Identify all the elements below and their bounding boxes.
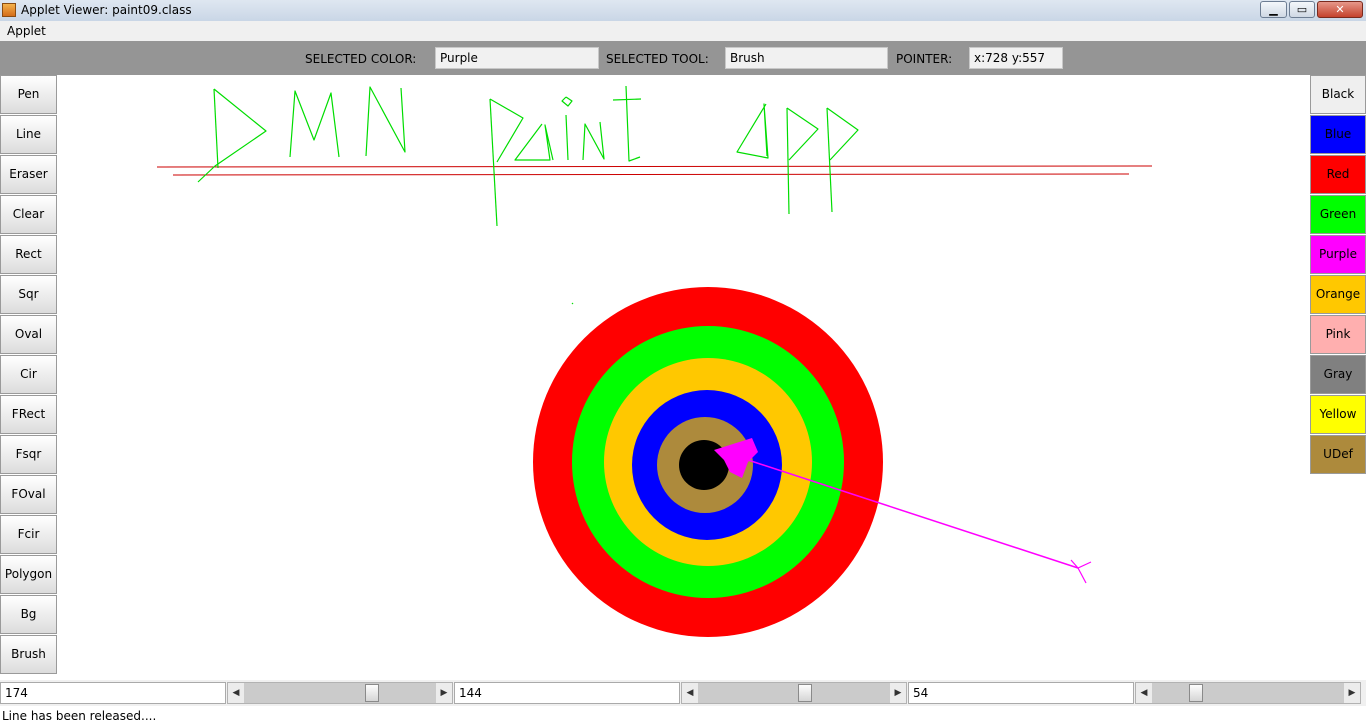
close-button[interactable]: ✕: [1317, 1, 1363, 18]
color-button-green[interactable]: Green: [1310, 195, 1366, 234]
tool-button-bg[interactable]: Bg: [0, 595, 57, 634]
color-button-orange[interactable]: Orange: [1310, 275, 1366, 314]
blue-slider[interactable]: ◀ ▶: [1135, 682, 1361, 704]
rgb-control-bar: 174 ◀ ▶ 144 ◀ ▶ 54 ◀ ▶: [0, 680, 1366, 706]
tool-button-eraser[interactable]: Eraser: [0, 155, 57, 194]
blue-value-field[interactable]: 54: [908, 682, 1134, 704]
status-message: Line has been released....: [2, 709, 157, 723]
tool-button-line[interactable]: Line: [0, 115, 57, 154]
color-button-yellow[interactable]: Yellow: [1310, 395, 1366, 434]
minimize-button[interactable]: ▁: [1260, 1, 1287, 18]
color-button-red[interactable]: Red: [1310, 155, 1366, 194]
tool-button-rect[interactable]: Rect: [0, 235, 57, 274]
target: [533, 287, 883, 637]
pointer-field[interactable]: x:728 y:557: [969, 47, 1063, 69]
scroll-left-icon[interactable]: ◀: [682, 683, 698, 703]
tool-button-brush[interactable]: Brush: [0, 635, 57, 674]
tool-button-clear[interactable]: Clear: [0, 195, 57, 234]
selected-color-field[interactable]: Purple: [435, 47, 599, 69]
scroll-right-icon[interactable]: ▶: [890, 683, 906, 703]
menu-bar: Applet: [0, 21, 1366, 41]
green-value-field[interactable]: 144: [454, 682, 680, 704]
tool-button-sqr[interactable]: Sqr: [0, 275, 57, 314]
tool-button-oval[interactable]: Oval: [0, 315, 57, 354]
color-button-udef[interactable]: UDef: [1310, 435, 1366, 474]
maximize-button[interactable]: ▭: [1289, 1, 1315, 18]
tool-button-polygon[interactable]: Polygon: [0, 555, 57, 594]
status-toolbar: SELECTED COLOR: Purple SELECTED TOOL: Br…: [0, 41, 1366, 75]
menu-applet[interactable]: Applet: [7, 24, 46, 38]
scroll-right-icon[interactable]: ▶: [436, 683, 452, 703]
slider-thumb[interactable]: [1189, 684, 1203, 702]
selected-tool-label: SELECTED TOOL:: [606, 52, 709, 66]
tool-button-cir[interactable]: Cir: [0, 355, 57, 394]
red-slider[interactable]: ◀ ▶: [227, 682, 453, 704]
scroll-left-icon[interactable]: ◀: [228, 683, 244, 703]
window-title-bar[interactable]: Applet Viewer: paint09.class ▁ ▭ ✕: [0, 0, 1366, 22]
red-underlines: [156, 165, 1153, 176]
slider-thumb[interactable]: [798, 684, 812, 702]
scroll-right-icon[interactable]: ▶: [1344, 683, 1360, 703]
java-app-icon: [2, 3, 16, 17]
color-button-gray[interactable]: Gray: [1310, 355, 1366, 394]
slider-thumb[interactable]: [365, 684, 379, 702]
canvas-drawing: [156, 85, 1153, 637]
ring-black-center: [679, 440, 729, 490]
selected-tool-field[interactable]: Brush: [725, 47, 888, 69]
selected-color-label: SELECTED COLOR:: [305, 52, 417, 66]
drawing-canvas[interactable]: [57, 75, 1310, 680]
color-button-blue[interactable]: Blue: [1310, 115, 1366, 154]
color-button-purple[interactable]: Purple: [1310, 235, 1366, 274]
window-title: Applet Viewer: paint09.class: [21, 3, 192, 17]
color-button-black[interactable]: Black: [1310, 75, 1366, 114]
tool-button-foval[interactable]: FOval: [0, 475, 57, 514]
tool-button-frect[interactable]: FRect: [0, 395, 57, 434]
pointer-label: POINTER:: [896, 52, 953, 66]
red-value-field[interactable]: 174: [0, 682, 226, 704]
tool-button-fcir[interactable]: Fcir: [0, 515, 57, 554]
scroll-left-icon[interactable]: ◀: [1136, 683, 1152, 703]
tool-button-fsqr[interactable]: Fsqr: [0, 435, 57, 474]
green-slider[interactable]: ◀ ▶: [681, 682, 907, 704]
tool-button-pen[interactable]: Pen: [0, 75, 57, 114]
color-button-pink[interactable]: Pink: [1310, 315, 1366, 354]
